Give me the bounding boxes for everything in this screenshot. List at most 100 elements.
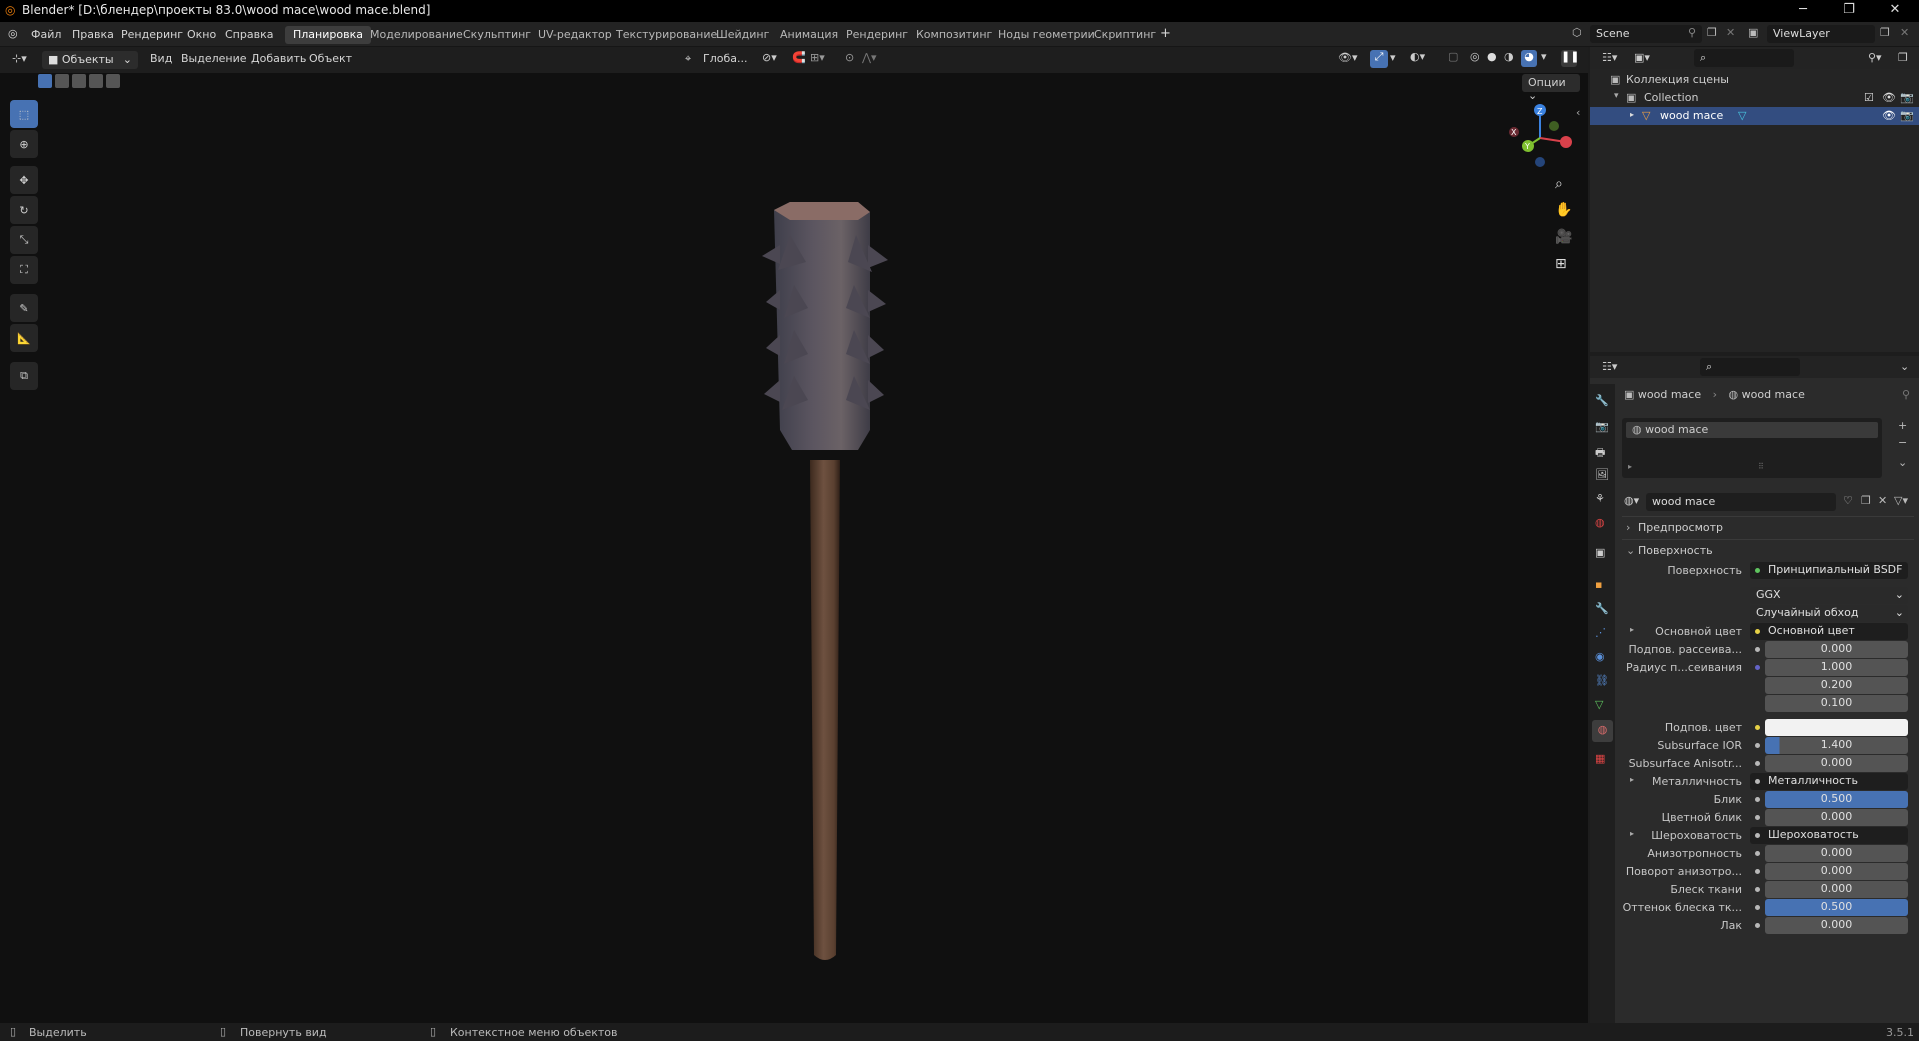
surface-shader-field[interactable]: Принципиальный BSDF	[1750, 562, 1908, 579]
constraints-tab-icon[interactable]: ⛓	[1595, 674, 1609, 687]
tab-animation[interactable]: Анимация	[772, 26, 846, 44]
select-intersect-icon[interactable]	[106, 74, 120, 88]
gizmo-toggle-icon[interactable]: ⤢	[1370, 50, 1388, 68]
pivot-icon[interactable]: ⊘▾	[762, 51, 777, 64]
new-scene-icon[interactable]: ❐	[1707, 26, 1717, 39]
material-slot-row[interactable]: ◍ wood mace	[1626, 422, 1878, 438]
delete-scene-icon[interactable]: ✕	[1726, 26, 1735, 39]
object-visibility-icon[interactable]: 👁	[1882, 109, 1896, 122]
material-tab-icon[interactable]: ◍	[1592, 720, 1613, 742]
snap-icon[interactable]: 🧲	[792, 51, 806, 64]
properties-search-input[interactable]: ⌕	[1700, 358, 1800, 376]
blender-menu-icon[interactable]: ◎	[8, 27, 18, 40]
select-box-tool-icon[interactable]: ⬚	[10, 100, 38, 128]
render-tab-icon[interactable]: 📷	[1595, 420, 1609, 433]
new-collection-icon[interactable]: ❐	[1898, 51, 1908, 64]
annotate-tool-icon[interactable]: ✎	[10, 294, 38, 322]
new-view-layer-icon[interactable]: ❐	[1880, 26, 1890, 39]
outliner-editor-icon[interactable]: ☷▾	[1602, 51, 1617, 64]
add-cube-tool-icon[interactable]: ⧉	[10, 362, 38, 390]
specular-tint-field[interactable]: 0.000	[1765, 809, 1908, 826]
gizmo-dropdown-icon[interactable]: ▾	[1390, 51, 1396, 64]
object-render-icon[interactable]: 📷	[1900, 109, 1914, 122]
sidebar-toggle-icon[interactable]: ‹	[1576, 106, 1580, 119]
rotate-tool-icon[interactable]: ↻	[10, 196, 38, 224]
menu-edit[interactable]: Правка	[72, 28, 114, 41]
shading-dropdown-icon[interactable]: ▾	[1541, 50, 1547, 63]
subsurface-color-swatch[interactable]	[1765, 719, 1908, 736]
transform-tool-icon[interactable]: ⛶	[10, 256, 38, 284]
expand-collection-icon[interactable]: ▾	[1614, 91, 1619, 101]
duplicate-material-icon[interactable]: ❐	[1861, 494, 1871, 507]
material-browse-icon[interactable]: ◍▾	[1624, 494, 1639, 507]
menu-file[interactable]: Файл	[31, 28, 61, 41]
collection-tab-icon[interactable]: ▣	[1595, 546, 1605, 559]
menu-view[interactable]: Вид	[150, 52, 172, 65]
measure-tool-icon[interactable]: 📐	[10, 324, 38, 352]
editor-type-icon[interactable]: ⊹▾	[12, 52, 27, 65]
select-extend-icon[interactable]	[55, 74, 69, 88]
restore-icon[interactable]: ❐	[1829, 2, 1869, 17]
tab-layout[interactable]: Планировка	[285, 26, 371, 44]
tool-tab-icon[interactable]: 🔧	[1595, 394, 1609, 407]
subsurface-radius-y[interactable]: 0.200	[1765, 677, 1908, 694]
physics-tab-icon[interactable]: ◉	[1595, 650, 1605, 663]
subsurface-field[interactable]: 0.000	[1765, 641, 1908, 658]
transform-orientation-icon[interactable]: ⌖	[685, 52, 691, 66]
mode-selector[interactable]: ■ Объекты ⌄	[42, 51, 138, 69]
preview-panel-header[interactable]: › Предпросмотр	[1622, 516, 1914, 536]
outliner-row-scene[interactable]: ▣ Коллекция сцены	[1590, 71, 1919, 89]
perspective-grid-icon[interactable]: ⊞	[1555, 256, 1567, 272]
outliner-row-collection[interactable]: ▾ ▣ Collection ☑ 👁 📷	[1590, 89, 1919, 107]
clearcoat-field[interactable]: 0.000	[1765, 917, 1908, 934]
view-layer-icon[interactable]: ▣	[1748, 26, 1758, 39]
view-layer-tab-icon[interactable]: 🖼	[1595, 468, 1609, 481]
collection-visibility-icon[interactable]: 👁	[1882, 91, 1896, 104]
anisotropic-rotation-field[interactable]: 0.000	[1765, 863, 1908, 880]
menu-render[interactable]: Рендеринг	[121, 28, 183, 41]
pin-properties-icon[interactable]: ⚲	[1902, 388, 1910, 401]
expand-object-icon[interactable]: ▸	[1630, 110, 1634, 119]
tab-rendering[interactable]: Рендеринг	[838, 26, 916, 44]
specular-field[interactable]: 0.500	[1765, 791, 1908, 808]
sheen-tint-field[interactable]: 0.500	[1765, 899, 1908, 916]
select-new-icon[interactable]	[38, 74, 52, 88]
options-dropdown[interactable]: Опции ⌄	[1522, 74, 1580, 102]
delete-view-layer-icon[interactable]: ✕	[1900, 26, 1909, 39]
tab-compositing[interactable]: Композитинг	[908, 26, 1000, 44]
shading-wireframe-icon[interactable]: ◎	[1470, 50, 1480, 63]
object-tab-icon[interactable]: ▪	[1595, 578, 1602, 591]
display-mode-icon[interactable]: ▣▾	[1634, 51, 1650, 64]
collection-render-icon[interactable]: 📷	[1900, 91, 1914, 104]
sheen-field[interactable]: 0.000	[1765, 881, 1908, 898]
menu-object[interactable]: Объект	[309, 52, 352, 65]
view-layer-selector[interactable]: ViewLayer	[1767, 25, 1875, 43]
move-tool-icon[interactable]: ✥	[10, 166, 38, 194]
add-workspace-button[interactable]: +	[1160, 26, 1171, 41]
snap-target-icon[interactable]: ⊞▾	[810, 51, 825, 64]
menu-help[interactable]: Справка	[225, 28, 273, 41]
distribution-dropdown[interactable]: GGX ⌄	[1750, 587, 1908, 604]
xray-icon[interactable]: ▢	[1448, 50, 1458, 63]
scale-tool-icon[interactable]: ⤡	[10, 226, 38, 254]
shading-solid-icon[interactable]: ●	[1487, 50, 1497, 63]
subsurface-radius-z[interactable]: 0.100	[1765, 695, 1908, 712]
expand-slots-icon[interactable]: ▸	[1628, 462, 1632, 471]
tab-sculpting[interactable]: Скульптинг	[455, 26, 539, 44]
slot-menu-icon[interactable]: ⌄	[1898, 456, 1907, 469]
transform-orientation-selector[interactable]: Глоба...	[703, 52, 747, 65]
menu-add[interactable]: Добавить	[251, 52, 306, 65]
tab-shading[interactable]: Шейдинг	[708, 26, 777, 44]
fake-user-icon[interactable]: ♡	[1843, 494, 1853, 507]
roughness-field[interactable]: Шероховатость	[1750, 827, 1908, 844]
exclude-checkbox-icon[interactable]: ☑	[1864, 91, 1874, 104]
cursor-tool-icon[interactable]: ⊕	[10, 130, 38, 158]
navigation-gizmo[interactable]: Z X Y	[1500, 98, 1580, 170]
material-name-field[interactable]: wood mace	[1646, 493, 1836, 511]
base-color-field[interactable]: Основной цвет	[1750, 623, 1908, 640]
pan-hand-icon[interactable]: ✋	[1555, 202, 1572, 218]
subsurface-ior-field[interactable]: 1.400	[1765, 737, 1908, 754]
shading-rendered-icon[interactable]: ◕	[1521, 50, 1537, 67]
tab-scripting[interactable]: Скриптинг	[1086, 26, 1164, 44]
overlay-icon[interactable]: ◐▾	[1410, 50, 1425, 63]
